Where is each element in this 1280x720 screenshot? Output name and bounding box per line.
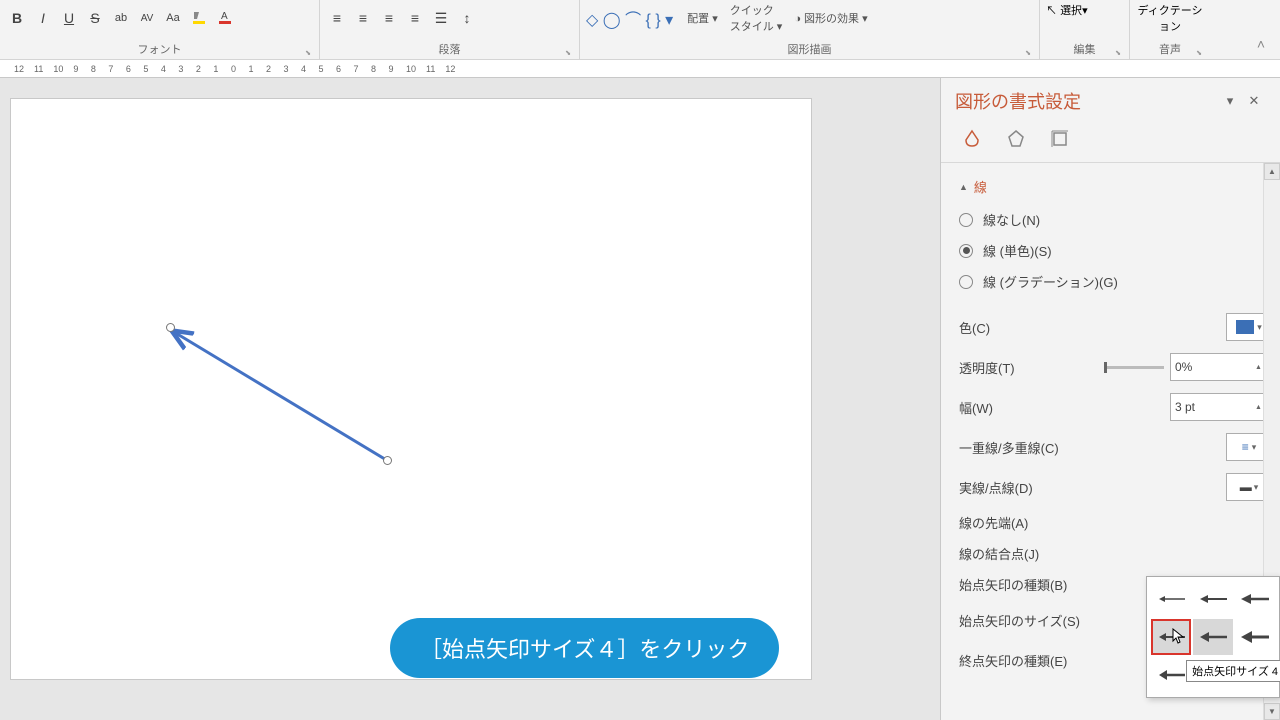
align-center-button[interactable]: ≡ [352,7,374,29]
ribbon-label-font: フォント [6,39,313,59]
arrow-size-7[interactable] [1151,657,1191,693]
shape-effects-button[interactable]: ◑ 図形の効果 ▾ [794,10,867,26]
ribbon-group-drawing: ◇ ◯ ⌒ { } ▾ 配置 ▾ クイックスタイル ▾ ◑ 図形の効果 ▾ 図形… [580,0,1040,59]
color-label: 色(C) [959,318,1226,337]
ribbon: B I U S ab AV Aa A フォント ≡ ≡ ≡ ≡ ☰ ↕ 段落 ◇… [0,0,1280,60]
scroll-up-icon[interactable]: ▲ [1264,163,1280,180]
align-right-button[interactable]: ≡ [378,7,400,29]
compound-label: 一重線/多重線(C) [959,438,1226,457]
pane-close-button[interactable]: ✕ [1242,89,1266,113]
quick-style-menu[interactable]: クイックスタイル ▾ [730,2,783,34]
cap-label: 線の先端(A) [959,513,1272,532]
font-color-button[interactable]: A [214,7,236,29]
highlight-button[interactable] [188,7,210,29]
line-section-label: 線 [974,177,987,196]
horizontal-ruler: 12 11 10 9 8 7 6 5 4 3 2 1 0 1 2 3 4 5 6… [0,60,1280,78]
shadow-button[interactable]: ab [110,7,132,29]
collapse-ribbon-icon[interactable]: ˄ [1250,33,1272,55]
italic-button[interactable]: I [32,7,54,29]
pane-title: 図形の書式設定 [955,88,1218,114]
ribbon-label-paragraph: 段落 [326,39,573,59]
line-gradient-radio[interactable]: 線 (グラデーション)(G) [959,266,1272,297]
transparency-label: 透明度(T) [959,358,1098,377]
instruction-bubble: ［始点矢印サイズ４］をクリック [390,618,779,678]
shape-handle-end[interactable] [383,456,392,465]
join-label: 線の結合点(J) [959,544,1272,563]
format-shape-pane: 図形の書式設定 ▾ ✕ ▲ 線 線なし(N) 線 (単色)(S) 線 (グラデー… [940,78,1280,720]
line-solid-radio[interactable]: 線 (単色)(S) [959,235,1272,266]
tooltip: 始点矢印サイズ 4 [1186,660,1280,682]
width-input[interactable]: 3 pt▲▼ [1170,393,1272,421]
fill-line-tab[interactable] [959,126,985,152]
line-none-radio[interactable]: 線なし(N) [959,204,1272,235]
pane-options-button[interactable]: ▾ [1218,89,1242,113]
ribbon-group-paragraph: ≡ ≡ ≡ ≡ ☰ ↕ 段落 [320,0,580,59]
text-direction-button[interactable]: ↕ [456,7,478,29]
line-section-header[interactable]: ▲ 線 [959,173,1272,204]
spacing-button[interactable]: AV [136,7,158,29]
arrow-size-1[interactable] [1151,581,1191,617]
align-left-button[interactable]: ≡ [326,7,348,29]
ribbon-label-drawing: 図形描画 [586,39,1033,59]
case-button[interactable]: Aa [162,7,184,29]
arrow-size-6[interactable] [1235,619,1275,655]
arrow-size-2[interactable] [1193,581,1233,617]
scroll-down-icon[interactable]: ▼ [1264,703,1280,720]
dictation-button[interactable]: ディクテーション [1136,2,1204,34]
ribbon-group-voice: ディクテーション 音声 [1130,0,1210,59]
arrow-size-5[interactable] [1193,619,1233,655]
dash-label: 実線/点線(D) [959,478,1226,497]
ribbon-label-voice: 音声 [1136,39,1204,59]
collapse-icon: ▲ [959,182,968,192]
strike-button[interactable]: S [84,7,106,29]
ribbon-group-edit: ↖ 選択▾ 編集 [1040,0,1130,59]
ribbon-group-font: B I U S ab AV Aa A フォント [0,0,320,59]
underline-button[interactable]: U [58,7,80,29]
shape-handle-start[interactable] [166,323,175,332]
ribbon-label-edit: 編集 [1046,39,1123,59]
columns-button[interactable]: ☰ [430,7,452,29]
svg-text:A: A [221,11,228,22]
line-shape[interactable] [166,324,396,469]
effects-tab[interactable] [1003,126,1029,152]
cursor-icon [1172,628,1186,646]
select-button[interactable]: ↖ 選択▾ [1046,2,1088,18]
transparency-input[interactable]: 0%▲▼ [1170,353,1272,381]
arrow-size-3[interactable] [1235,581,1275,617]
transparency-slider[interactable] [1104,366,1164,369]
bold-button[interactable]: B [6,7,28,29]
slide-canvas[interactable] [10,98,812,680]
shape-gallery[interactable]: ◇ ◯ ⌒ { } ▾ [586,7,673,29]
size-tab[interactable] [1047,126,1073,152]
justify-button[interactable]: ≡ [404,7,426,29]
width-label: 幅(W) [959,398,1170,417]
align-menu[interactable]: 配置 ▾ [687,10,718,26]
